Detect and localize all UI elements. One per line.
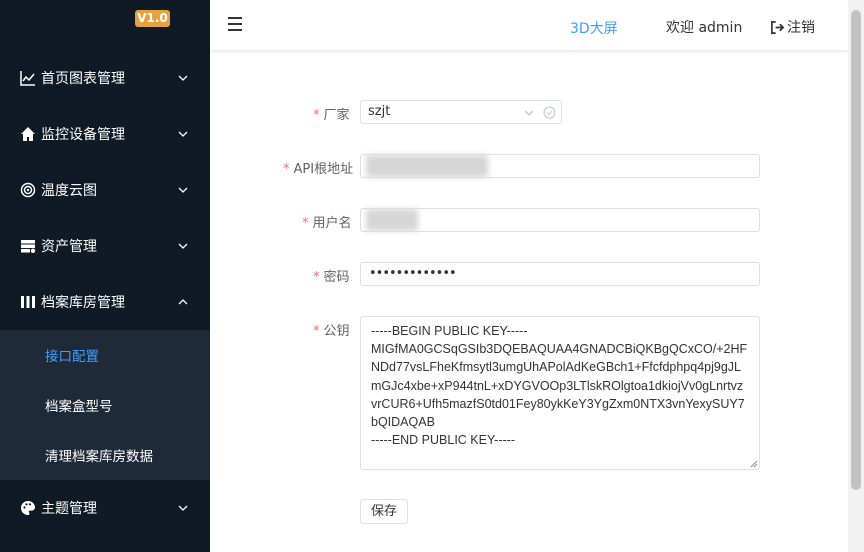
menu-item-label: 首页图表管理 bbox=[41, 71, 125, 87]
api-base-url-label: * API根地址 bbox=[283, 162, 354, 177]
top-header: 3D大屏 欢迎 admin 注销 bbox=[210, 0, 848, 50]
chevron-down-icon bbox=[178, 187, 188, 193]
username-input[interactable] bbox=[360, 208, 760, 232]
vendor-select[interactable]: szjt bbox=[360, 100, 562, 124]
sign-out-icon bbox=[771, 20, 785, 34]
submenu-item-clear-archive-data[interactable]: 清理档案库房数据 bbox=[0, 430, 210, 480]
target-icon bbox=[20, 182, 36, 198]
sidebar: V1.0 首页图表管理 监控设备管理 温度云图 资产管理 档案库房管理 接口配置… bbox=[0, 0, 210, 552]
columns-icon bbox=[20, 294, 36, 310]
public-key-textarea[interactable]: -----BEGIN PUBLIC KEY----- MIGfMA0GCSqGS… bbox=[360, 316, 760, 470]
menu-item-label: 主题管理 bbox=[41, 501, 97, 517]
password-label: * 密码 bbox=[313, 270, 350, 285]
welcome-text: 欢迎 admin bbox=[666, 20, 743, 36]
resize-handle-icon[interactable] bbox=[750, 460, 758, 468]
chevron-down-icon bbox=[178, 75, 188, 81]
logout-button[interactable]: 注销 bbox=[770, 17, 815, 37]
menu-item-temperature-cloud[interactable]: 温度云图 bbox=[0, 162, 210, 218]
version-badge: V1.0 bbox=[135, 10, 170, 27]
menu-item-label: 监控设备管理 bbox=[41, 127, 125, 143]
page-scrollbar[interactable] bbox=[848, 0, 864, 552]
check-circle-icon bbox=[543, 106, 556, 119]
submenu-archive-room: 接口配置 档案盒型号 清理档案库房数据 bbox=[0, 330, 210, 480]
password-input[interactable]: ••••••••••••• bbox=[360, 262, 760, 286]
server-icon bbox=[20, 238, 36, 254]
chevron-down-icon bbox=[524, 110, 534, 116]
submenu-item-interface-config[interactable]: 接口配置 bbox=[0, 330, 210, 380]
save-button[interactable]: 保存 bbox=[360, 499, 408, 524]
menu-item-theme-management[interactable]: 主题管理 bbox=[0, 480, 210, 536]
palette-icon bbox=[20, 500, 36, 516]
redacted-api-url bbox=[366, 155, 488, 177]
chevron-down-icon bbox=[178, 131, 188, 137]
menu-item-archive-room[interactable]: 档案库房管理 bbox=[0, 274, 210, 330]
vendor-value: szjt bbox=[368, 104, 391, 119]
menu-item-asset-management[interactable]: 资产管理 bbox=[0, 218, 210, 274]
line-chart-icon bbox=[20, 70, 36, 86]
chevron-down-icon bbox=[178, 505, 188, 511]
public-key-label: * 公钥 bbox=[313, 324, 350, 339]
menu-item-label: 资产管理 bbox=[41, 239, 97, 255]
scrollbar-thumb[interactable] bbox=[851, 10, 861, 490]
chevron-up-icon bbox=[178, 299, 188, 305]
submenu-item-archive-box-model[interactable]: 档案盒型号 bbox=[0, 380, 210, 430]
hamburger-menu-icon[interactable] bbox=[228, 17, 242, 31]
menu-item-label: 档案库房管理 bbox=[41, 295, 125, 311]
chevron-down-icon bbox=[178, 243, 188, 249]
screen-3d-link[interactable]: 3D大屏 bbox=[570, 18, 618, 38]
submenu-item-label: 清理档案库房数据 bbox=[45, 449, 153, 465]
menu-item-label: 温度云图 bbox=[41, 183, 97, 199]
vendor-label: * 厂家 bbox=[313, 108, 350, 123]
logout-label: 注销 bbox=[787, 20, 815, 36]
submenu-item-label: 接口配置 bbox=[45, 349, 99, 365]
username-label: * 用户名 bbox=[302, 216, 352, 231]
submenu-item-label: 档案盒型号 bbox=[45, 399, 113, 415]
menu-item-monitoring-devices[interactable]: 监控设备管理 bbox=[0, 106, 210, 162]
redacted-username bbox=[366, 209, 418, 231]
home-icon bbox=[20, 126, 36, 142]
menu-item-home-charts[interactable]: 首页图表管理 bbox=[0, 50, 210, 106]
